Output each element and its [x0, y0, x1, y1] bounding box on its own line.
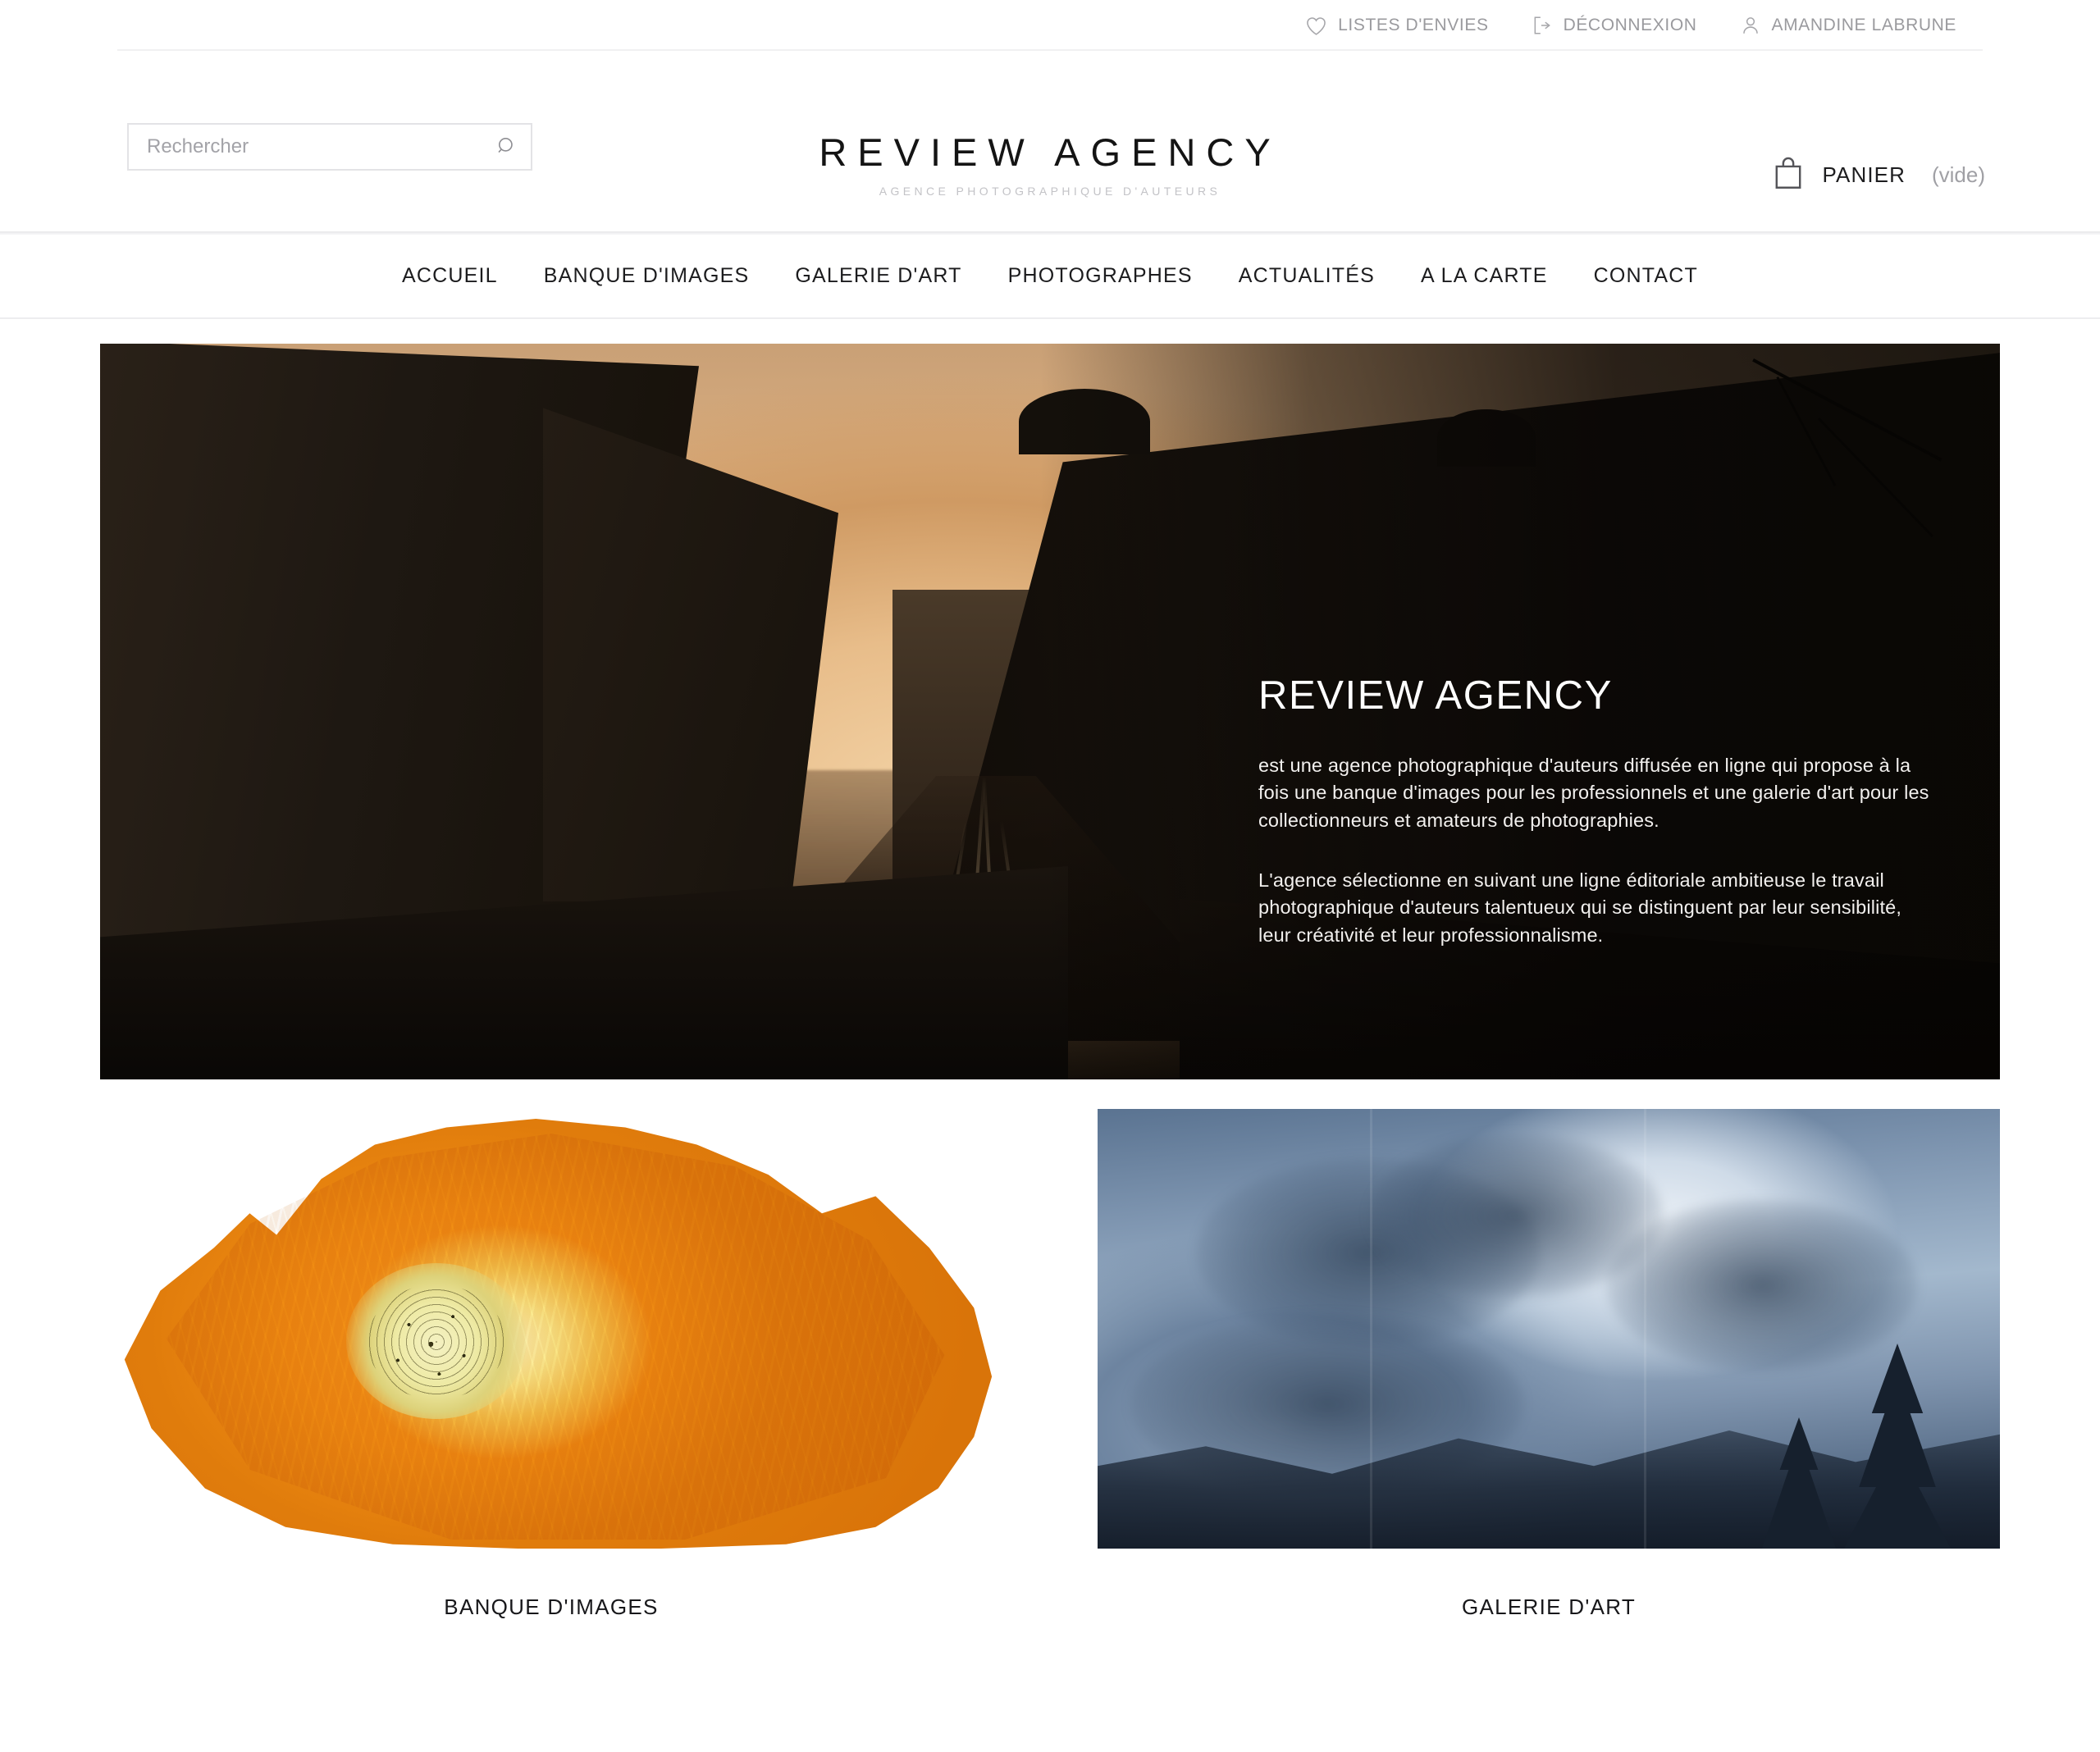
shopping-bag-icon — [1772, 156, 1805, 194]
card-galerie-dart[interactable]: GALERIE D'ART — [1098, 1109, 2000, 1620]
nav-item-accueil[interactable]: ACCUEIL — [379, 264, 521, 288]
header-divider — [0, 231, 2100, 233]
search-form[interactable] — [127, 123, 532, 171]
hero-paragraph-1: est une agence photographique d'auteurs … — [1258, 755, 1929, 831]
search-submit-button[interactable] — [483, 125, 531, 169]
main-navigation: ACCUEIL BANQUE D'IMAGES GALERIE D'ART PH… — [0, 233, 2100, 319]
search-icon — [496, 135, 518, 159]
nav-item-galerie-dart[interactable]: GALERIE D'ART — [772, 264, 984, 288]
card-galerie-dart-image[interactable] — [1098, 1109, 2000, 1549]
hero-banner[interactable]: REVIEW AGENCY est une agence photographi… — [100, 344, 2000, 1079]
wishlist-label: LISTES D'ENVIES — [1338, 16, 1489, 34]
storm-panel-seam-2 — [1644, 1109, 1646, 1549]
logout-link[interactable]: DÉCONNEXION — [1532, 15, 1697, 36]
logout-icon — [1532, 15, 1553, 36]
poppy-photo — [100, 1109, 1002, 1549]
card-banque-dimages-caption[interactable]: BANQUE D'IMAGES — [100, 1595, 1002, 1620]
cart-label: PANIER — [1822, 162, 1906, 187]
cart-count: (vide) — [1931, 162, 1985, 187]
card-banque-dimages[interactable]: BANQUE D'IMAGES — [100, 1109, 1002, 1620]
logout-label: DÉCONNEXION — [1563, 16, 1697, 34]
site-header: REVIEW AGENCY AGENCE PHOTOGRAPHIQUE D'AU… — [0, 51, 2100, 233]
storm-cloud-3 — [1606, 1199, 1918, 1371]
nav-item-actualites[interactable]: ACTUALITÉS — [1216, 264, 1398, 288]
nav-item-banque-dimages[interactable]: BANQUE D'IMAGES — [521, 264, 773, 288]
category-cards: BANQUE D'IMAGES GALERIE D'ART — [100, 1109, 2000, 1620]
storm-tree-right — [1844, 1344, 1951, 1549]
nav-item-a-la-carte[interactable]: A LA CARTE — [1398, 264, 1571, 288]
wishlist-link[interactable]: LISTES D'ENVIES — [1305, 16, 1488, 36]
account-link[interactable]: AMANDINE LABRUNE — [1740, 15, 1956, 36]
user-icon — [1740, 15, 1761, 36]
hero-title: REVIEW AGENCY — [1258, 673, 1613, 718]
search-input[interactable] — [129, 125, 483, 169]
hero-copy: REVIEW AGENCY est une agence photographi… — [1258, 676, 1939, 949]
top-utility-bar: LISTES D'ENVIES DÉCONNEXION AMANDINE LAB… — [0, 0, 2100, 51]
card-banque-dimages-image[interactable] — [100, 1109, 1002, 1549]
card-galerie-dart-caption[interactable]: GALERIE D'ART — [1098, 1595, 2000, 1620]
nav-item-contact[interactable]: CONTACT — [1571, 264, 1721, 288]
nav-item-photographes[interactable]: PHOTOGRAPHES — [985, 264, 1216, 288]
cart-button[interactable]: PANIER (vide) — [1772, 156, 1985, 194]
poppy-stamens — [368, 1284, 505, 1399]
storm-panel-seam-1 — [1370, 1109, 1372, 1549]
account-name-label: AMANDINE LABRUNE — [1771, 16, 1956, 34]
hero-paragraph-2: L'agence sélectionne en suivant une lign… — [1258, 869, 1902, 946]
storm-sky-photo — [1098, 1109, 2000, 1549]
heart-icon — [1305, 16, 1327, 36]
